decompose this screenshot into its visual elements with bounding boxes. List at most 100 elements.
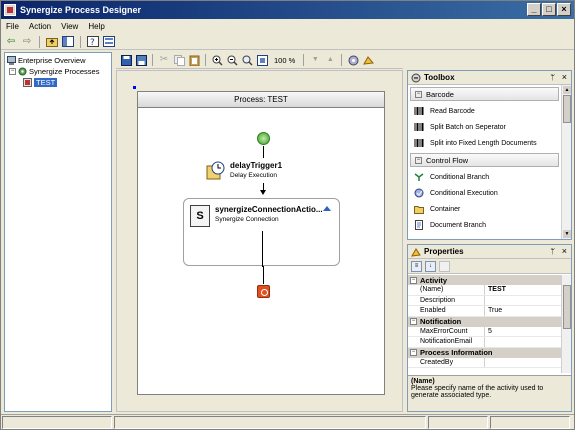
toolbox-item-conditional-branch[interactable]: Conditional Branch <box>408 169 571 185</box>
connection-activity[interactable]: S synergizeConnectionActio... Synergize … <box>183 198 340 267</box>
toolbox-item-label: Split into Fixed Length Documents <box>430 139 537 147</box>
close-button[interactable]: × <box>557 3 571 16</box>
tree-item-test[interactable]: TEST <box>7 77 109 88</box>
save-icon[interactable] <box>120 54 132 66</box>
toolbox-item-read-barcode[interactable]: Read Barcode <box>408 103 571 119</box>
categorized-icon[interactable]: ≡ <box>411 260 422 272</box>
collapse-icon[interactable]: − <box>410 318 417 325</box>
property-value[interactable]: True <box>485 306 563 316</box>
pin-icon[interactable]: ᛘ <box>550 247 555 256</box>
fit-to-screen-icon[interactable] <box>256 54 268 66</box>
zoom-icon[interactable] <box>241 54 253 66</box>
save-as-icon[interactable] <box>135 54 147 66</box>
property-category-process-info[interactable]: − Process Information <box>408 347 563 358</box>
up-folder-icon[interactable] <box>46 36 58 48</box>
collapse-icon[interactable]: − <box>415 90 422 98</box>
zoom-level[interactable]: 100 % <box>274 56 295 65</box>
toolbar-separator <box>39 35 40 48</box>
collapse-down-icon[interactable]: ▼ <box>309 54 321 66</box>
start-node-icon[interactable] <box>257 132 270 145</box>
delay-trigger-title[interactable]: delayTrigger1 <box>230 161 282 170</box>
collapse-icon[interactable]: − <box>410 276 417 284</box>
cut-icon[interactable]: ✂ <box>158 54 170 66</box>
property-value[interactable]: 5 <box>485 327 563 337</box>
menu-action[interactable]: Action <box>29 22 51 31</box>
toolbox-scrollbar[interactable]: ▲ ▼ <box>561 85 571 239</box>
property-row-created-by[interactable]: CreatedBy <box>408 357 563 368</box>
close-icon[interactable]: × <box>562 246 567 256</box>
menu-help[interactable]: Help <box>88 22 104 31</box>
property-row-notification-email[interactable]: NotificationEmail <box>408 337 563 348</box>
maximize-button[interactable]: □ <box>542 3 556 16</box>
properties-view-icon[interactable] <box>103 36 115 48</box>
property-description-text: Please specify name of the activity used… <box>411 385 544 399</box>
designer-canvas[interactable]: Process: TEST delayTrigger1 Delay Execut… <box>116 70 403 412</box>
tree-item-enterprise[interactable]: Enterprise Overview <box>7 55 109 66</box>
toolbox-item-split-fixed[interactable]: Split into Fixed Length Documents <box>408 135 571 151</box>
zoom-in-icon[interactable] <box>211 54 223 66</box>
paste-icon[interactable] <box>188 54 200 66</box>
help-icon[interactable]: ? <box>87 36 99 48</box>
process-container[interactable]: Process: TEST delayTrigger1 Delay Execut… <box>137 91 385 395</box>
pin-icon[interactable]: ᛘ <box>550 73 555 82</box>
property-value[interactable] <box>485 337 563 347</box>
property-category-notification[interactable]: − Notification <box>408 316 563 327</box>
collapse-icon[interactable]: − <box>415 156 422 164</box>
property-value[interactable] <box>485 296 563 306</box>
branch-icon <box>414 172 424 182</box>
selection-handle[interactable] <box>133 86 136 89</box>
close-icon[interactable]: × <box>562 72 567 82</box>
properties-scrollbar[interactable] <box>561 275 571 373</box>
settings-icon[interactable] <box>347 54 359 66</box>
computer-icon <box>7 56 16 65</box>
toolbox-item-document-branch[interactable]: Document Branch <box>408 217 571 233</box>
expand-up-icon[interactable]: ▲ <box>324 54 336 66</box>
tree-item-label: Synergize Processes <box>29 67 100 76</box>
menu-file[interactable]: File <box>6 22 19 31</box>
scroll-thumb[interactable] <box>563 285 571 329</box>
document-icon <box>414 220 424 230</box>
barcode-icon <box>414 138 424 148</box>
property-row-description[interactable]: Description <box>408 295 563 306</box>
property-value[interactable] <box>485 358 563 368</box>
forward-arrow-icon[interactable]: ⇨ <box>21 36 33 48</box>
end-node-icon[interactable] <box>257 285 270 298</box>
toolbox-category-control-flow[interactable]: − Control Flow <box>410 153 559 167</box>
toolbox-category-barcode[interactable]: − Barcode <box>410 87 559 101</box>
toolbox-item-split-batch[interactable]: Split Batch on Seperator <box>408 119 571 135</box>
toolbar-separator <box>205 54 206 66</box>
connector-arrow <box>260 190 266 195</box>
copy-icon[interactable] <box>173 54 185 66</box>
show-tree-icon[interactable] <box>62 36 74 48</box>
property-name: CreatedBy <box>408 357 485 367</box>
property-name: Enabled <box>408 306 485 316</box>
property-row-enabled[interactable]: Enabled True <box>408 306 563 317</box>
scroll-up-icon[interactable]: ▲ <box>563 86 571 94</box>
menu-view[interactable]: View <box>61 22 78 31</box>
collapse-icon[interactable]: − <box>410 349 417 356</box>
tree-item-processes[interactable]: − Synergize Processes <box>7 66 109 77</box>
collapse-icon[interactable] <box>323 206 331 211</box>
property-value[interactable]: TEST <box>485 285 563 295</box>
property-description: (Name) Please specify name of the activi… <box>408 375 571 411</box>
scroll-thumb[interactable] <box>563 95 571 123</box>
clock-icon[interactable] <box>206 161 226 181</box>
property-row-max-error[interactable]: MaxErrorCount 5 <box>408 326 563 337</box>
run-icon[interactable] <box>362 54 374 66</box>
toolbox-item-conditional-execution[interactable]: Conditional Execution <box>408 185 571 201</box>
process-title: Process: TEST <box>138 92 384 108</box>
sort-alphabetical-icon[interactable]: ↓ <box>425 260 436 272</box>
zoom-out-icon[interactable] <box>226 54 238 66</box>
collapse-icon[interactable]: − <box>9 68 16 75</box>
property-grid: − Activity (Name) TEST Description Enabl… <box>408 275 563 368</box>
minimize-button[interactable]: _ <box>527 3 541 16</box>
property-pages-icon[interactable] <box>439 260 450 272</box>
properties-title: Properties <box>424 247 464 256</box>
toolbox-item-label: Document Branch <box>430 221 487 229</box>
toolbox-item-container[interactable]: Container <box>408 201 571 217</box>
property-row-name[interactable]: (Name) TEST <box>408 285 563 296</box>
back-arrow-icon[interactable]: ⇦ <box>5 36 17 48</box>
property-category-activity[interactable]: − Activity <box>408 275 563 285</box>
scroll-down-icon[interactable]: ▼ <box>563 230 571 238</box>
title-bar[interactable]: Synergize Process Designer _ □ × <box>1 1 574 19</box>
